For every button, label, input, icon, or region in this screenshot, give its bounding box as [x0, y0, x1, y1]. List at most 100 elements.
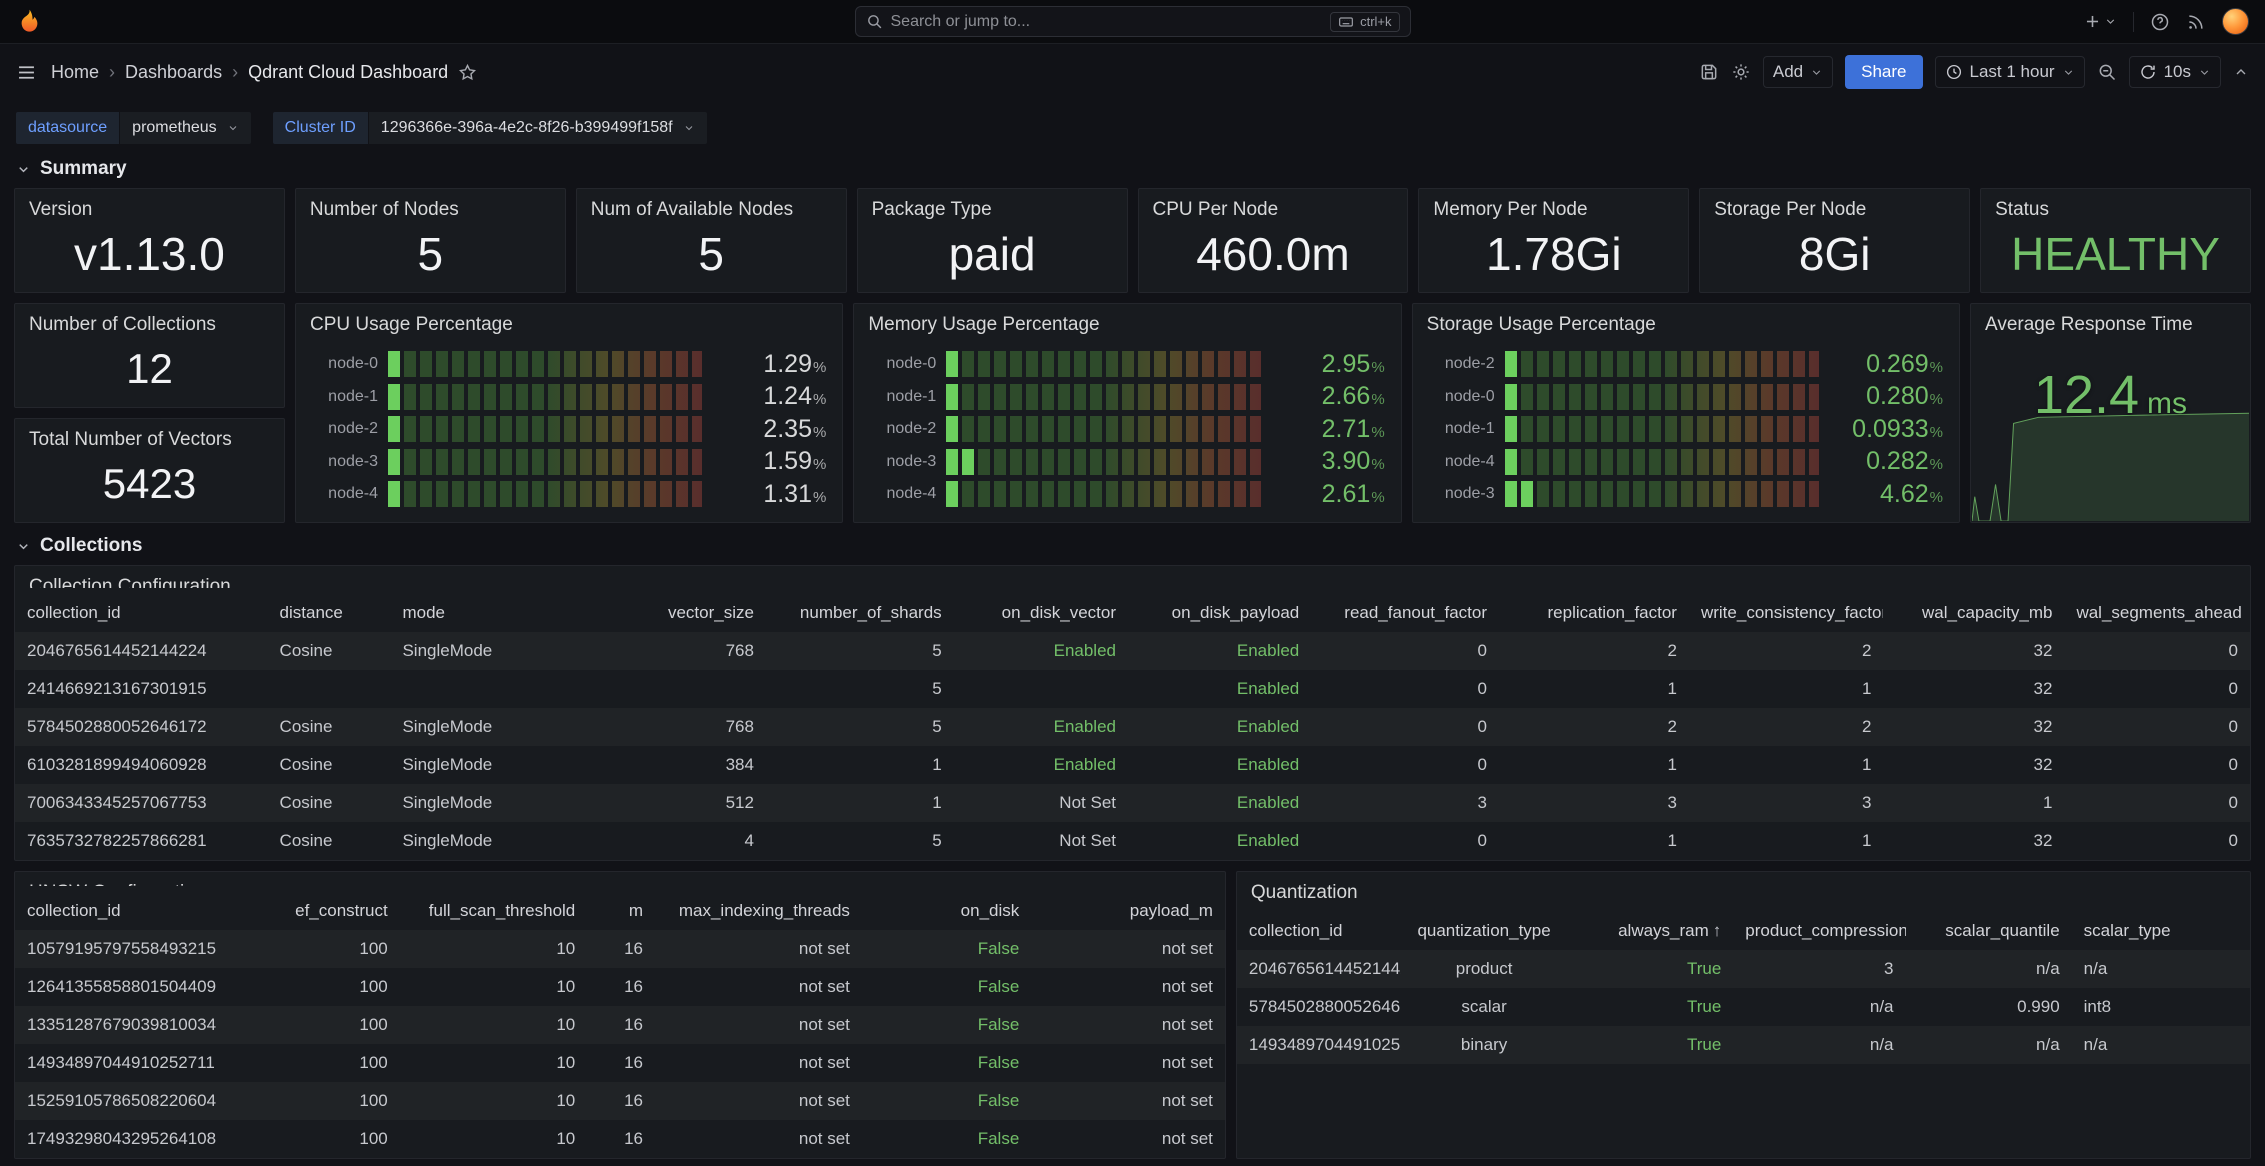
column-header[interactable]: m: [587, 892, 655, 930]
table-cell: 1: [1689, 746, 1883, 784]
column-header[interactable]: on_disk_vector: [954, 594, 1128, 632]
column-header[interactable]: product_compression: [1733, 912, 1905, 950]
column-header[interactable]: number_of_shards: [766, 594, 954, 632]
column-header[interactable]: collection_id: [15, 594, 268, 632]
scroll-top-icon[interactable]: [2233, 64, 2249, 80]
panel-title[interactable]: Total Number of Vectors: [15, 419, 284, 453]
table-cell: 0: [2064, 632, 2250, 670]
panel-title[interactable]: Memory Per Node: [1419, 189, 1688, 223]
column-header[interactable]: on_disk_payload: [1128, 594, 1311, 632]
star-icon[interactable]: [458, 63, 477, 82]
table-row: 2046765614452144224 Cosine SingleMode 76…: [15, 632, 2250, 670]
gauge-bar: [946, 416, 1260, 442]
column-header[interactable]: write_consistency_factor: [1689, 594, 1883, 632]
panel-title[interactable]: Quantization: [1237, 872, 2250, 906]
column-header[interactable]: wal_capacity_mb: [1883, 594, 2064, 632]
table-cell: Cosine: [268, 746, 391, 784]
column-header[interactable]: on_disk: [862, 892, 1031, 930]
breadcrumb-item-home[interactable]: Home: [51, 62, 99, 83]
refresh-button[interactable]: 10s: [2129, 56, 2221, 88]
search-input[interactable]: [891, 13, 1323, 31]
news-icon[interactable]: [2186, 12, 2206, 32]
gauge-node-label: node-4: [1429, 453, 1495, 471]
table-cell: 2: [1689, 708, 1883, 746]
column-header[interactable]: collection_id: [15, 892, 275, 930]
column-header[interactable]: vector_size: [578, 594, 766, 632]
table-cell: 1: [1499, 670, 1689, 708]
gauge-bar: [946, 481, 1260, 507]
panel-title[interactable]: Number of Nodes: [296, 189, 565, 223]
help-icon[interactable]: [2150, 12, 2170, 32]
new-button[interactable]: [2083, 12, 2117, 31]
stat-value: 5423: [15, 453, 284, 522]
column-header[interactable]: max_indexing_threads: [655, 892, 862, 930]
panel-title[interactable]: Collection Configuration: [15, 566, 2250, 588]
column-header-sorted[interactable]: always_ram↑: [1567, 912, 1733, 950]
panel-title[interactable]: Storage Usage Percentage: [1413, 304, 1959, 338]
shortcut-label: ctrl+k: [1360, 14, 1391, 29]
table-cell: Enabled: [1128, 708, 1311, 746]
panel-title[interactable]: Version: [15, 189, 284, 223]
search-box[interactable]: ctrl+k: [855, 6, 1411, 37]
panel-title[interactable]: Num of Available Nodes: [577, 189, 846, 223]
time-range-picker[interactable]: Last 1 hour: [1935, 56, 2085, 88]
chevron-down-icon: [683, 122, 695, 134]
panel-title[interactable]: Memory Usage Percentage: [854, 304, 1400, 338]
column-header[interactable]: read_fanout_factor: [1311, 594, 1499, 632]
section-collections[interactable]: Collections: [0, 527, 2265, 565]
panel-title[interactable]: Package Type: [858, 189, 1127, 223]
zoom-out-icon[interactable]: [2097, 62, 2117, 82]
column-header[interactable]: wal_segments_ahead: [2064, 594, 2250, 632]
column-header[interactable]: distance: [268, 594, 391, 632]
table-cell: 0: [1311, 708, 1499, 746]
section-summary[interactable]: Summary: [0, 150, 2265, 188]
panel-title[interactable]: HNSW Configuration: [15, 872, 1225, 886]
gauge-bar: [1505, 416, 1819, 442]
menu-icon[interactable]: [16, 62, 37, 83]
variable-cluster-dropdown[interactable]: 1296366e-396a-4e2c-8f26-b399499f158f: [369, 112, 707, 144]
column-header[interactable]: replication_factor: [1499, 594, 1689, 632]
table-cell: int8: [2072, 988, 2250, 1026]
column-header[interactable]: collection_id: [1237, 912, 1401, 950]
user-avatar[interactable]: [2222, 8, 2249, 35]
variable-datasource-dropdown[interactable]: prometheus: [120, 112, 251, 144]
table-cell: 10579195797558493215: [15, 930, 275, 968]
column-header[interactable]: ef_construct: [275, 892, 400, 930]
gauge-node-label: node-4: [870, 485, 936, 503]
panel-title[interactable]: Storage Per Node: [1700, 189, 1969, 223]
panel-title[interactable]: Status: [1981, 189, 2250, 223]
panel-title[interactable]: Average Response Time: [1971, 304, 2250, 338]
table-row: 6103281899494060928 Cosine SingleMode 38…: [15, 746, 2250, 784]
gauge-bar: [946, 384, 1260, 410]
column-header[interactable]: quantization_type: [1401, 912, 1567, 950]
variable-datasource-value: prometheus: [132, 119, 217, 137]
column-header[interactable]: payload_m: [1031, 892, 1225, 930]
panel-title[interactable]: Number of Collections: [15, 304, 284, 338]
gauge-row: node-3 3.90%: [870, 446, 1384, 478]
table-cell: 0.990: [1906, 988, 2072, 1026]
add-button[interactable]: Add: [1763, 56, 1833, 88]
table-cell: 16: [587, 930, 655, 968]
column-header[interactable]: scalar_quantile: [1906, 912, 2072, 950]
column-header[interactable]: full_scan_threshold: [400, 892, 588, 930]
settings-icon[interactable]: [1731, 62, 1751, 82]
table-cell: 5: [766, 708, 954, 746]
grafana-logo-icon[interactable]: [16, 8, 43, 35]
breadcrumb-item-dashboards[interactable]: Dashboards: [125, 62, 222, 83]
gauge-node-label: node-1: [870, 388, 936, 406]
panel-cpu-usage: CPU Usage Percentage node-0 1.29% node-1…: [295, 303, 843, 523]
share-button[interactable]: Share: [1845, 55, 1922, 89]
table-cell: 384: [578, 746, 766, 784]
table-cell: 1: [766, 784, 954, 822]
table-cell: Enabled: [1128, 784, 1311, 822]
table-cell: 100: [275, 1120, 400, 1158]
panel-title[interactable]: CPU Usage Percentage: [296, 304, 842, 338]
column-header[interactable]: scalar_type: [2072, 912, 2250, 950]
table-cell: 3: [1689, 784, 1883, 822]
save-dashboard-icon[interactable]: [1699, 62, 1719, 82]
table-cell: 5: [766, 632, 954, 670]
table-cell: Cosine: [268, 822, 391, 860]
table-header-row: collection_id distance mode vector_size …: [15, 594, 2250, 632]
panel-title[interactable]: CPU Per Node: [1139, 189, 1408, 223]
column-header[interactable]: mode: [390, 594, 578, 632]
